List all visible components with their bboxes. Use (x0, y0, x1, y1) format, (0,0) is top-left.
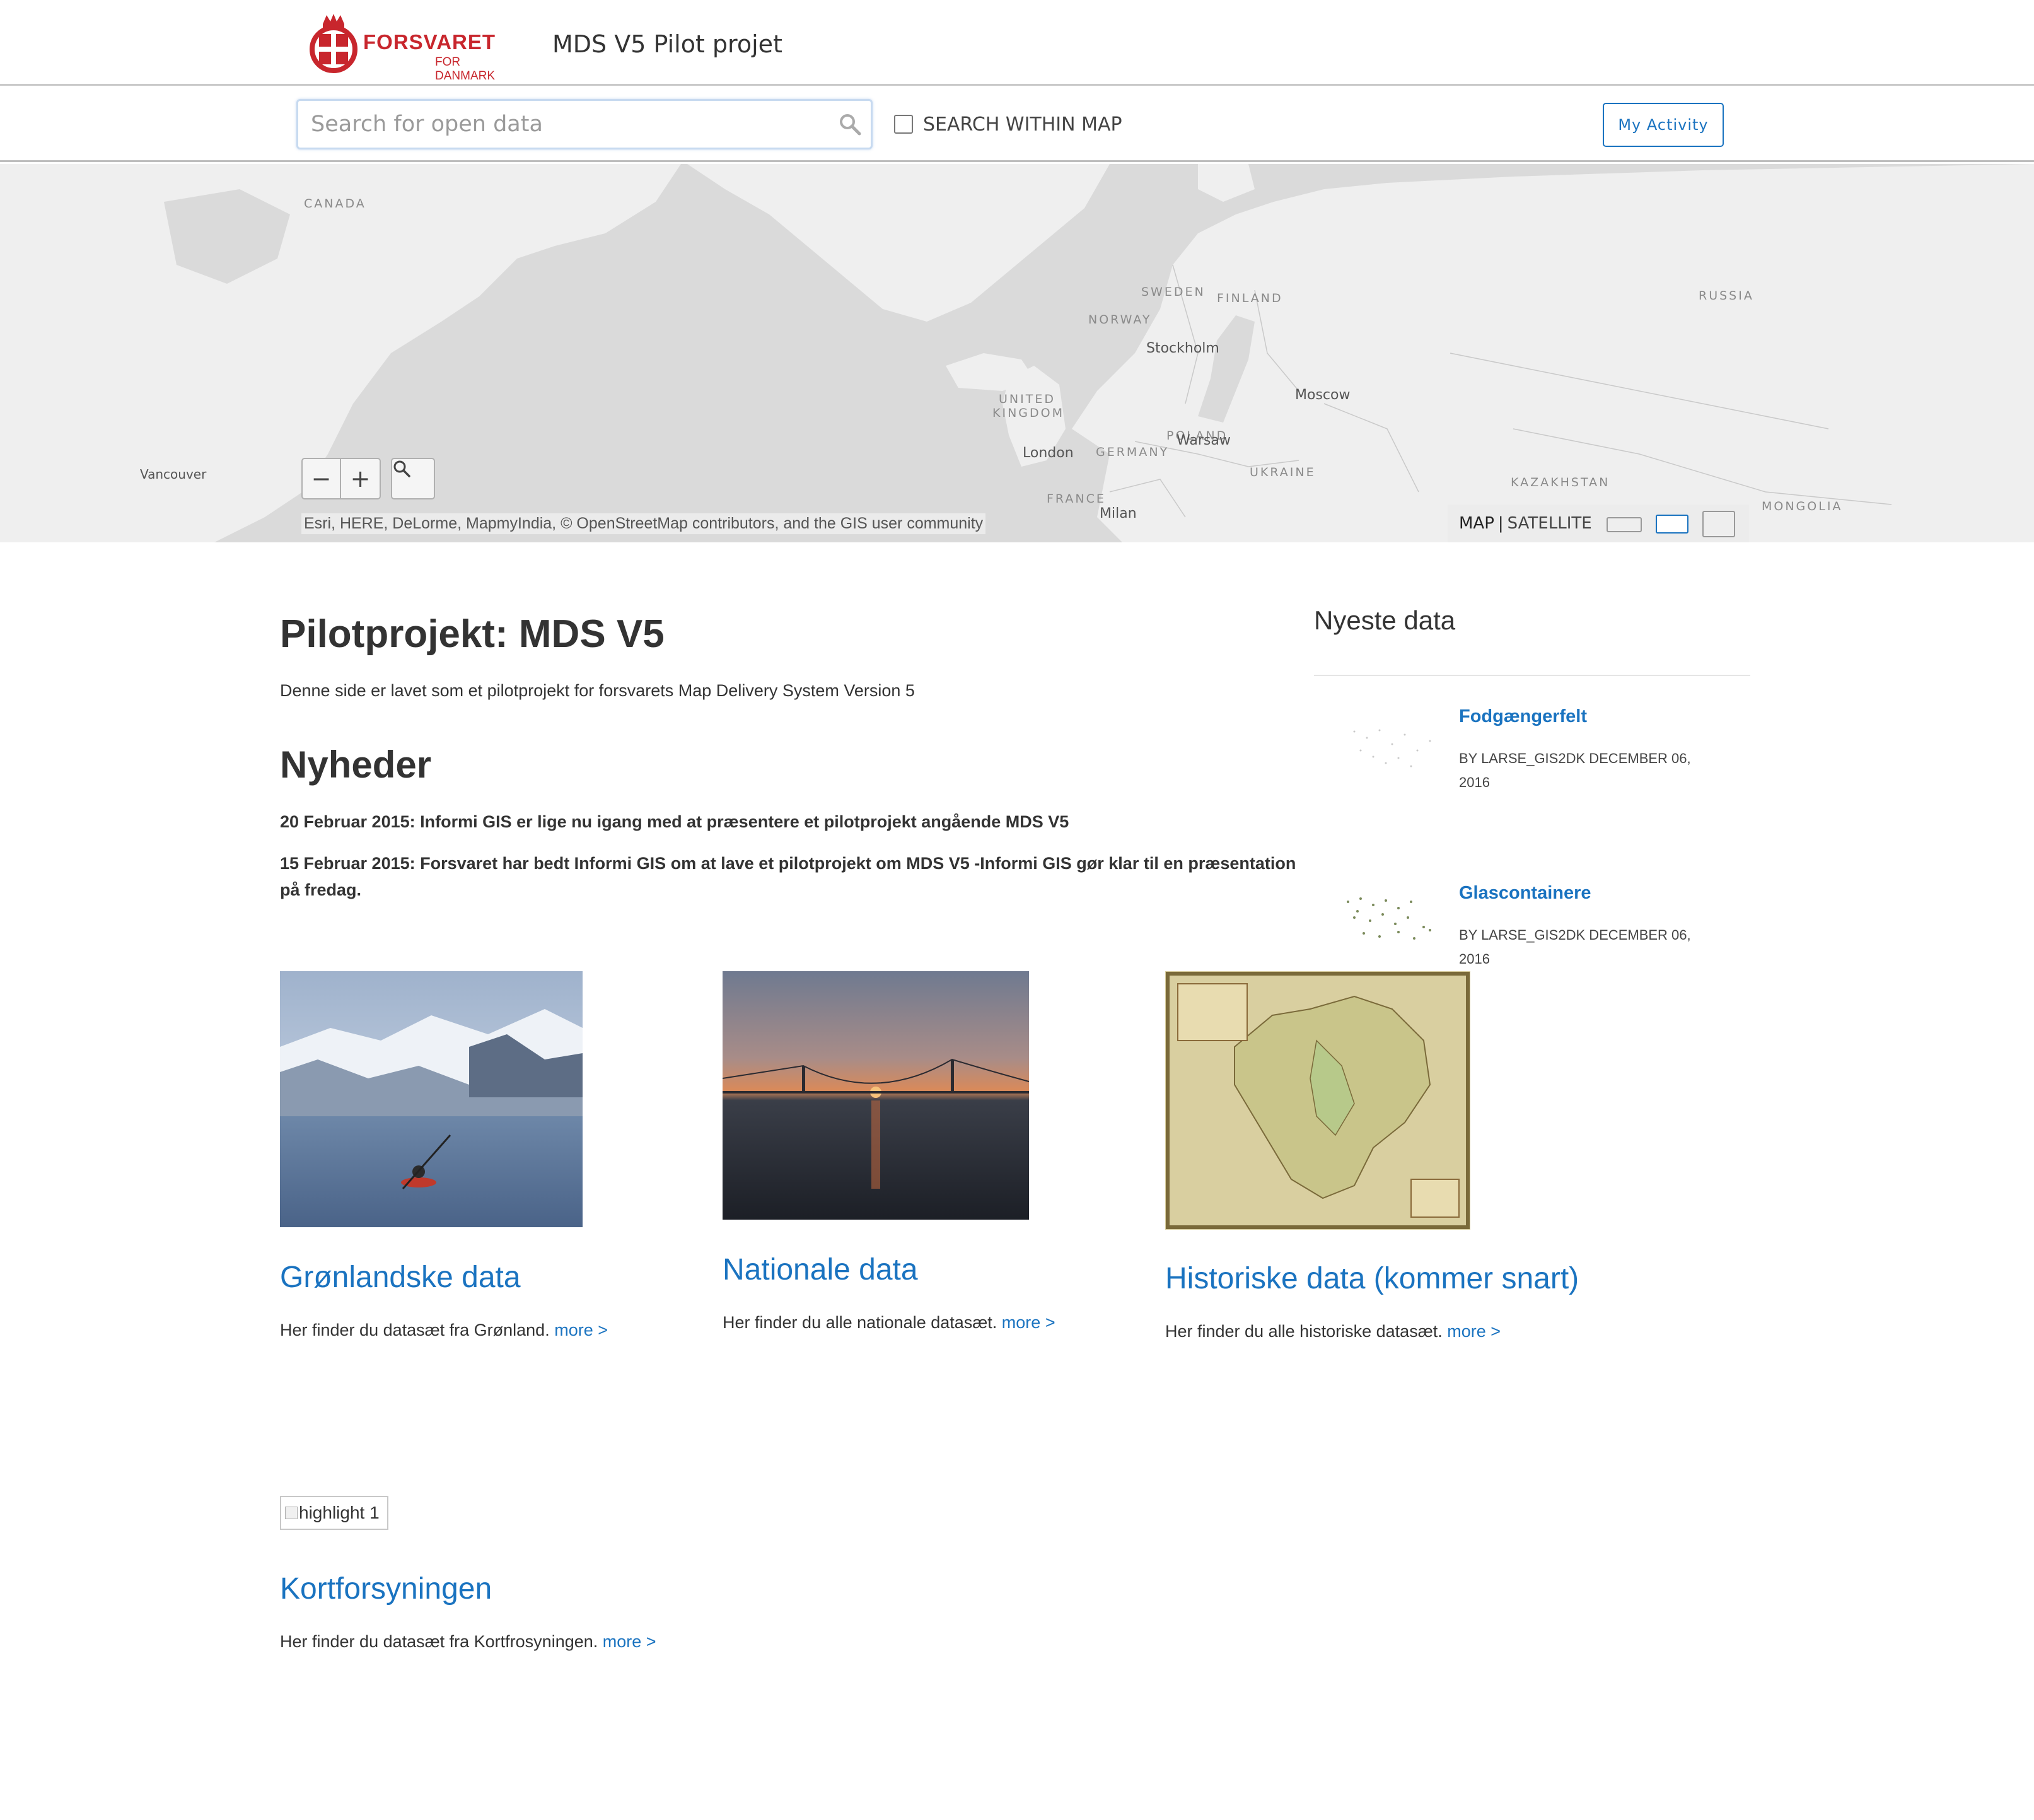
site-header: FORSVARET FOR DANMARK MDS V5 Pilot proje… (0, 0, 2034, 86)
basemap-thumb-selected[interactable] (1656, 515, 1688, 534)
more-link[interactable]: more > (1002, 1313, 1055, 1332)
card-title-link[interactable]: Historiske data (kommer snart) (1165, 1261, 1579, 1296)
card-title-link[interactable]: Nationale data (723, 1252, 918, 1287)
map-label-vancouver: Vancouver (140, 467, 207, 482)
map-label-norway: NORWAY (1088, 313, 1152, 327)
map-label-warsaw: Warsaw (1177, 433, 1231, 448)
logo-subtext: FOR DANMARK (435, 55, 496, 83)
more-link[interactable]: more > (603, 1632, 656, 1651)
basemap-map-option[interactable]: MAP (1459, 514, 1494, 533)
card-desc-text: Her finder du datasæt fra Grønland. (280, 1321, 550, 1339)
map-label-sweden: SWEDEN (1141, 285, 1206, 299)
card-description: Her finder du alle historiske datasæt. m… (1165, 1322, 1501, 1341)
card-description: Her finder du datasæt fra Grønland. more… (280, 1321, 608, 1340)
card-title-link[interactable]: Grønlandske data (280, 1260, 521, 1295)
search-icon[interactable] (838, 112, 862, 136)
zoom-in-button[interactable]: + (341, 459, 380, 498)
basemap-thumb-light[interactable] (1607, 517, 1642, 532)
highlight-title-link[interactable]: Kortforsyningen (280, 1572, 492, 1606)
search-within-map-toggle[interactable]: SEARCH WITHIN MAP (894, 110, 1122, 138)
map-label-uk-line2: KINGDOM (992, 406, 1064, 420)
basemap-separator: | (1497, 514, 1504, 533)
map-label-mongolia: MONGOLIA (1762, 499, 1843, 513)
kayak-glacier-image (280, 971, 583, 1227)
card-description: Her finder du alle nationale datasæt. mo… (723, 1313, 1055, 1333)
search-bar: SEARCH WITHIN MAP My Activity (0, 88, 2034, 162)
search-input[interactable] (311, 107, 815, 141)
map-search-button[interactable] (391, 458, 435, 499)
crown-shield-icon (310, 14, 357, 73)
search-within-map-label[interactable]: SEARCH WITHIN MAP (923, 114, 1122, 136)
dataset-title-link[interactable]: Glascontainere (1459, 883, 1591, 904)
highlight-desc-text: Her finder du datasæt fra Kortfrosyninge… (280, 1632, 598, 1651)
highlight-image[interactable]: highlight 1 (280, 1496, 388, 1530)
map-label-moscow: Moscow (1295, 387, 1351, 403)
my-activity-button[interactable]: My Activity (1603, 103, 1724, 147)
forsvaret-logo[interactable]: FORSVARET FOR DANMARK (305, 11, 520, 83)
bridge-sunset-image (723, 971, 1029, 1220)
card-desc-text: Her finder du alle historiske datasæt. (1165, 1322, 1443, 1341)
highlight-alt-text: highlight 1 (299, 1503, 380, 1522)
map-view[interactable]: CANADA Vancouver SWEDEN FINLAND NORWAY S… (0, 164, 2034, 542)
map-attribution: Esri, HERE, DeLorme, MapmyIndia, © OpenS… (301, 513, 986, 534)
broken-image-icon (285, 1507, 298, 1519)
dataset-meta: BY LARSE_GIS2DK DECEMBER 06, 2016 (1459, 927, 1691, 967)
dataset-meta: BY LARSE_GIS2DK DECEMBER 06, 2016 (1459, 750, 1691, 790)
dataset-thumbnail[interactable] (1335, 706, 1446, 801)
more-link[interactable]: more > (1447, 1322, 1501, 1341)
site-title[interactable]: MDS V5 Pilot projet (552, 30, 782, 58)
zoom-out-button[interactable]: − (303, 459, 342, 498)
news-item: 20 Februar 2015: Informi GIS er lige nu … (280, 812, 1069, 831)
dataset-thumbnail[interactable] (1335, 883, 1446, 967)
map-label-ukraine: UKRAINE (1250, 465, 1316, 479)
map-label-milan: Milan (1100, 506, 1137, 522)
search-box (296, 99, 873, 149)
basemap-thumb-satellite[interactable] (1702, 511, 1735, 537)
recent-data-item: Glascontainere BY LARSE_GIS2DK DECEMBER … (1314, 883, 1750, 967)
sidebar-title: Nyeste data (1314, 605, 1456, 635)
map-label-london: London (1023, 445, 1074, 461)
zoom-control: − + (301, 458, 381, 499)
card-desc-text: Her finder du alle nationale datasæt. (723, 1313, 997, 1332)
map-label-stockholm: Stockholm (1146, 341, 1219, 356)
news-item: 15 Februar 2015: Forsvaret har bedt Info… (280, 854, 1296, 899)
basemap-switcher: MAP | SATELLITE (1448, 505, 1749, 542)
search-within-map-checkbox[interactable] (894, 115, 913, 134)
magnifier-icon (393, 460, 410, 477)
page-title: Pilotprojekt: MDS V5 (280, 612, 665, 656)
greenland-image[interactable] (280, 971, 583, 1227)
sidebar-divider (1314, 675, 1750, 676)
map-label-kazakhstan: KAZAKHSTAN (1511, 475, 1610, 489)
basemap-satellite-option[interactable]: SATELLITE (1508, 514, 1592, 533)
national-image[interactable] (723, 971, 1029, 1220)
page-intro: Denne side er lavet som et pilotprojekt … (280, 681, 915, 700)
antique-map-image (1165, 971, 1470, 1230)
logo-text: FORSVARET (363, 30, 496, 54)
map-label-uk-line1: UNITED (999, 392, 1055, 406)
more-link[interactable]: more > (554, 1321, 608, 1339)
map-label-russia: RUSSIA (1699, 289, 1754, 303)
highlight-description: Her finder du datasæt fra Kortfrosyninge… (280, 1632, 656, 1652)
dataset-title-link[interactable]: Fodgængerfelt (1459, 706, 1587, 727)
map-label-canada: CANADA (304, 197, 366, 211)
historic-image[interactable] (1165, 971, 1470, 1230)
recent-data-item: Fodgængerfelt BY LARSE_GIS2DK DECEMBER 0… (1314, 706, 1750, 883)
map-label-germany: GERMANY (1096, 445, 1170, 459)
news-heading: Nyheder (280, 744, 432, 786)
map-label-france: FRANCE (1047, 492, 1106, 506)
map-label-finland: FINLAND (1217, 291, 1283, 305)
